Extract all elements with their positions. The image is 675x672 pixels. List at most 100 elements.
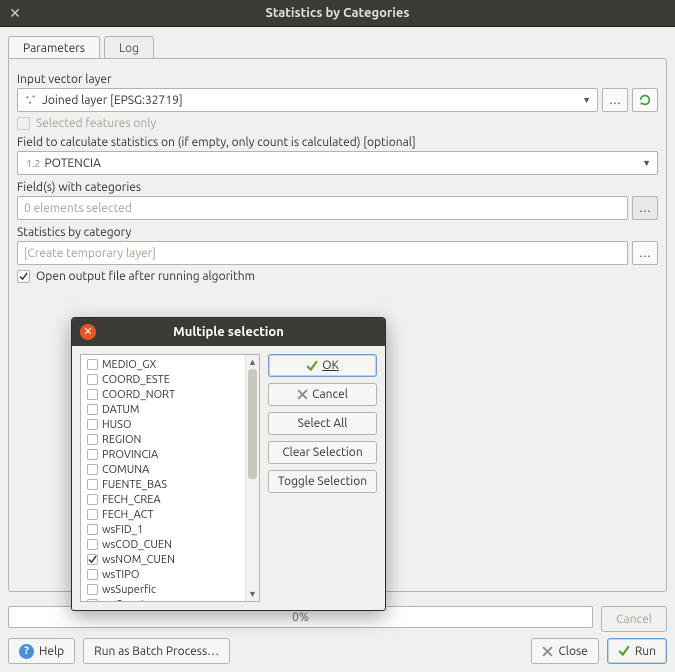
list-item-checkbox[interactable] — [87, 434, 98, 445]
list-item-label: COORD_NORT — [102, 389, 175, 401]
list-item-label: FECH_ACT — [102, 509, 154, 521]
ok-label: OK — [322, 359, 339, 372]
list-item[interactable]: COMUNA — [81, 462, 245, 477]
main-titlebar: ✕ Statistics by Categories — [0, 0, 675, 26]
list-item[interactable]: wsCount_ — [81, 597, 245, 601]
list-item-checkbox[interactable] — [87, 404, 98, 415]
cancel-icon — [542, 646, 553, 657]
check-icon — [88, 555, 97, 564]
multiple-selection-dialog: ✕ Multiple selection MEDIO_GX COORD_ESTE C… — [71, 317, 386, 611]
list-item[interactable]: PROVINCIA — [81, 447, 245, 462]
list-item-checkbox[interactable] — [87, 359, 98, 370]
list-item-checkbox[interactable] — [87, 494, 98, 505]
stats-field-select[interactable]: 1.2 POTENCIA ▼ — [17, 151, 658, 175]
help-button[interactable]: ? Help — [8, 638, 75, 664]
cat-fields-browse-button[interactable]: … — [632, 196, 658, 220]
list-item[interactable]: COORD_ESTE — [81, 372, 245, 387]
list-item-checkbox[interactable] — [87, 569, 98, 580]
cat-fields-input[interactable]: 0 elements selected — [17, 196, 628, 220]
list-item-label: HUSO — [102, 419, 131, 431]
list-item[interactable]: wsFID_1 — [81, 522, 245, 537]
open-after-checkbox[interactable] — [17, 270, 30, 283]
points-layer-icon — [24, 93, 38, 107]
clear-selection-button[interactable]: Clear Selection — [268, 441, 377, 464]
chevron-down-icon: ▼ — [582, 95, 591, 105]
list-item-label: MEDIO_GX — [102, 359, 156, 371]
list-item-label: FUENTE_BAS — [102, 479, 167, 491]
list-item[interactable]: DATUM — [81, 402, 245, 417]
list-item-label: wsFID_1 — [102, 524, 143, 536]
check-icon — [618, 645, 630, 657]
input-layer-select[interactable]: Joined layer [EPSG:32719] ▼ — [17, 88, 598, 112]
list-item-checkbox[interactable] — [87, 584, 98, 595]
list-item-checkbox[interactable] — [87, 389, 98, 400]
list-item[interactable]: HUSO — [81, 417, 245, 432]
reload-button[interactable] — [632, 88, 658, 112]
close-icon: ✕ — [83, 327, 92, 338]
progress-cancel-button: Cancel — [601, 606, 667, 632]
help-label: Help — [39, 645, 64, 658]
list-item-label: REGION — [102, 434, 141, 446]
select-all-button[interactable]: Select All — [268, 412, 377, 435]
dialog-close-button[interactable]: ✕ — [80, 324, 96, 340]
scroll-up-icon[interactable]: ▲ — [246, 355, 259, 369]
list-item-checkbox[interactable] — [87, 554, 98, 565]
list-item[interactable]: wsCOD_CUEN — [81, 537, 245, 552]
scroll-thumb[interactable] — [248, 369, 257, 479]
output-input[interactable]: [Create temporary layer] — [17, 241, 628, 265]
list-item[interactable]: COORD_NORT — [81, 387, 245, 402]
cancel-button[interactable]: Cancel — [268, 383, 377, 406]
window-title: Statistics by Categories — [0, 6, 675, 20]
open-after-label: Open output file after running algorithm — [36, 270, 255, 283]
list-item-label: wsCOD_CUEN — [102, 539, 172, 551]
list-item-checkbox[interactable] — [87, 509, 98, 520]
tab-parameters[interactable]: Parameters — [8, 36, 100, 60]
run-label: Run — [635, 645, 656, 658]
list-item[interactable]: wsTIPO — [81, 567, 245, 582]
dialog-title: Multiple selection — [72, 325, 385, 339]
label-output: Statistics by category — [17, 226, 658, 239]
list-item[interactable]: FECH_CREA — [81, 492, 245, 507]
batch-button[interactable]: Run as Batch Process… — [83, 638, 230, 664]
label-input-layer: Input vector layer — [17, 73, 658, 86]
input-layer-value: Joined layer [EPSG:32719] — [42, 94, 183, 107]
selected-only-label: Selected features only — [36, 117, 156, 130]
list-item-checkbox[interactable] — [87, 599, 98, 601]
list-item-checkbox[interactable] — [87, 539, 98, 550]
label-stats-field: Field to calculate statistics on (if emp… — [17, 136, 658, 149]
list-item-label: wsSuperfic — [102, 584, 156, 596]
list-item-label: COORD_ESTE — [102, 374, 170, 386]
selected-only-checkbox — [17, 117, 30, 130]
close-button[interactable]: Close — [531, 638, 598, 664]
list-item-label: DATUM — [102, 404, 139, 416]
list-item[interactable]: MEDIO_GX — [81, 357, 245, 372]
list-item-label: wsTIPO — [102, 569, 139, 581]
check-icon — [19, 272, 28, 281]
list-item[interactable]: FECH_ACT — [81, 507, 245, 522]
ok-button[interactable]: OK — [268, 354, 377, 377]
field-type-prefix: 1.2 — [26, 157, 40, 169]
scrollbar[interactable]: ▲ ▼ — [245, 355, 259, 601]
list-item[interactable]: wsSuperfic — [81, 582, 245, 597]
list-item-checkbox[interactable] — [87, 419, 98, 430]
close-icon[interactable]: ✕ — [8, 6, 22, 20]
list-item-checkbox[interactable] — [87, 479, 98, 490]
field-list[interactable]: MEDIO_GX COORD_ESTE COORD_NORT DATUM HUSO REG… — [80, 354, 260, 602]
list-item-checkbox[interactable] — [87, 449, 98, 460]
list-item[interactable]: wsNOM_CUEN — [81, 552, 245, 567]
scroll-down-icon[interactable]: ▼ — [246, 587, 259, 601]
list-item[interactable]: FUENTE_BAS — [81, 477, 245, 492]
browse-layer-button[interactable]: … — [602, 88, 628, 112]
list-item-checkbox[interactable] — [87, 464, 98, 475]
list-item-checkbox[interactable] — [87, 374, 98, 385]
dialog-titlebar: ✕ Multiple selection — [72, 318, 385, 346]
list-item-label: COMUNA — [102, 464, 149, 476]
output-browse-button[interactable]: … — [632, 241, 658, 265]
list-item[interactable]: REGION — [81, 432, 245, 447]
close-label: Close — [558, 645, 587, 658]
cat-summary: 0 elements selected — [24, 202, 132, 215]
toggle-selection-button[interactable]: Toggle Selection — [268, 470, 377, 493]
list-item-checkbox[interactable] — [87, 524, 98, 535]
tab-log[interactable]: Log — [104, 36, 154, 60]
run-button[interactable]: Run — [607, 638, 667, 664]
